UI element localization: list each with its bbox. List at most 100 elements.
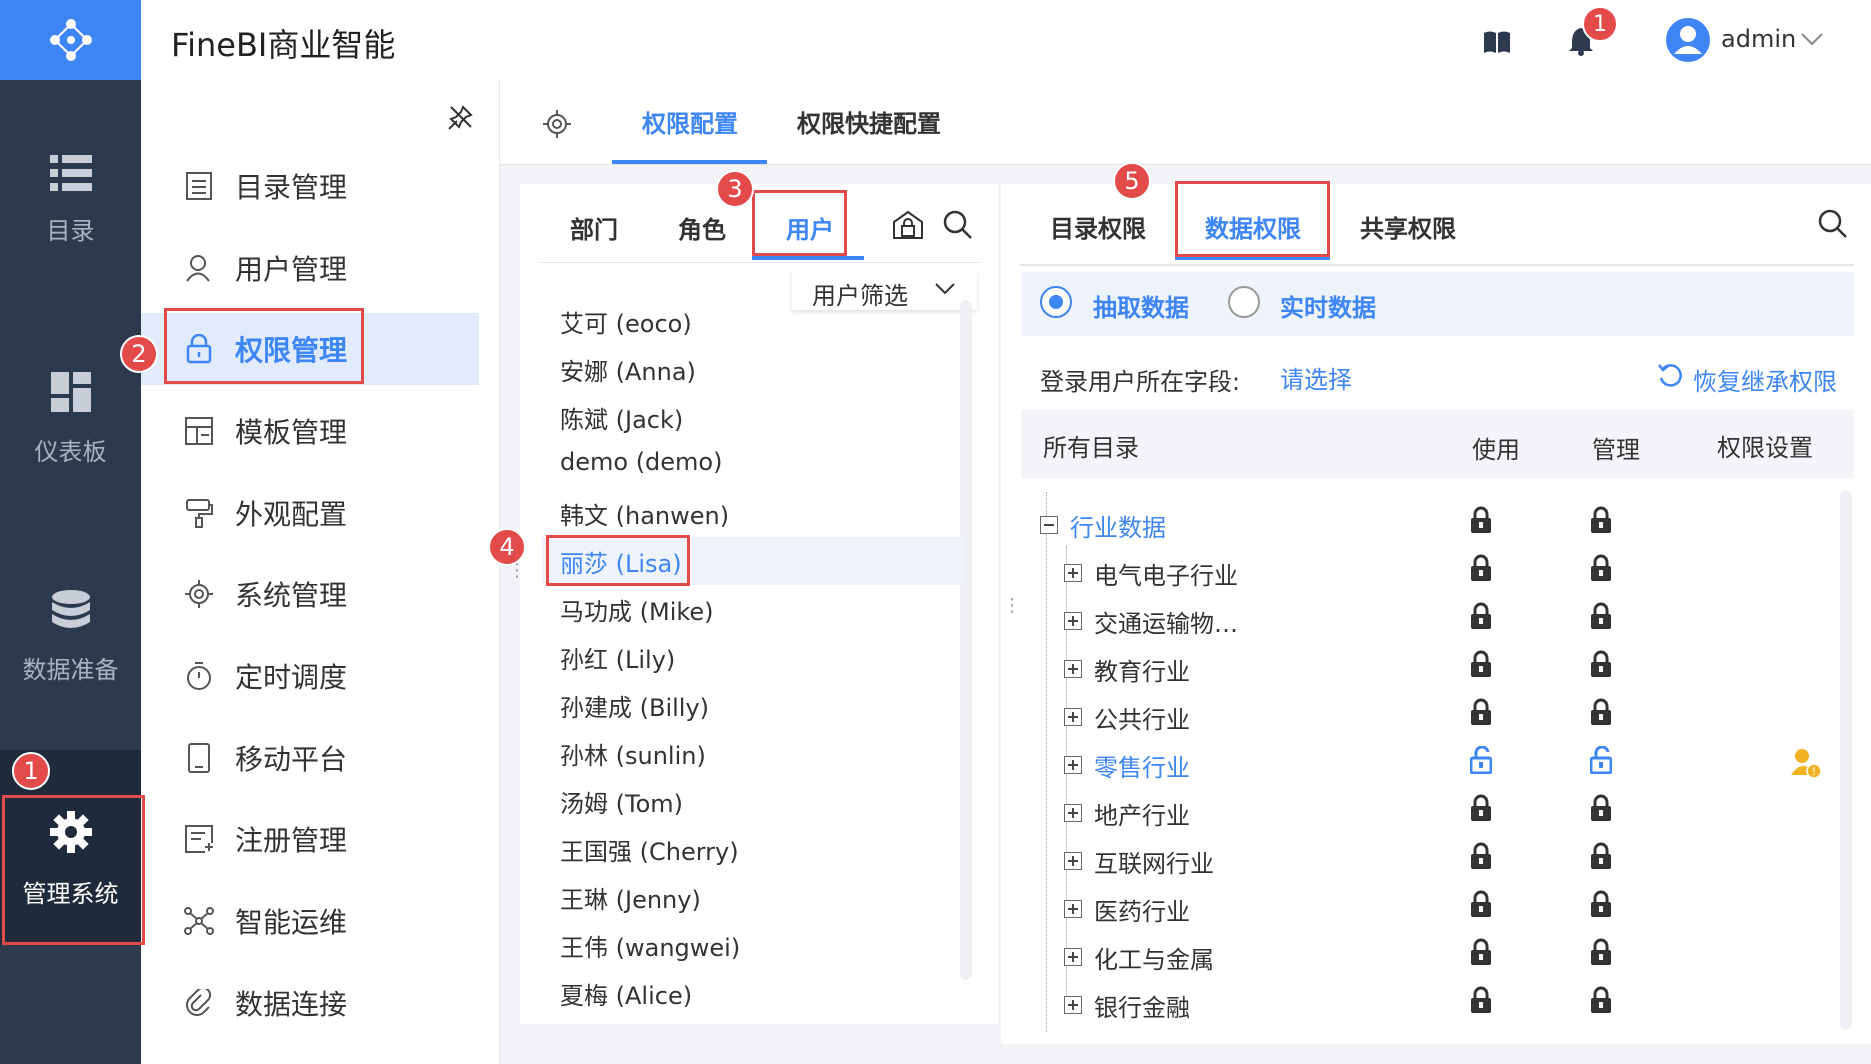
tree-row[interactable]: 互联网行业	[1040, 844, 1860, 884]
nav-item-users[interactable]: 用户管理	[141, 232, 479, 304]
expand-toggle[interactable]	[1064, 900, 1082, 918]
user-list-item[interactable]: 王伟 (wangwei)	[560, 928, 740, 963]
rail-item-catalog[interactable]: 目录	[0, 155, 141, 246]
tree-item-label[interactable]: 交通运输物…	[1094, 604, 1238, 639]
nav-item-ops[interactable]: 智能运维	[141, 885, 479, 957]
user-list-item[interactable]: 孙林 (sunlin)	[560, 736, 706, 771]
tab-permission-config[interactable]: 权限配置	[642, 104, 738, 139]
role-lock-icon[interactable]	[892, 210, 924, 240]
chevron-down-icon[interactable]	[1800, 32, 1824, 46]
use-lock-icon[interactable]	[1470, 650, 1492, 678]
nav-item-mobile[interactable]: 移动平台	[141, 722, 479, 794]
nav-item-system[interactable]: 系统管理	[141, 558, 479, 630]
tree-item-label[interactable]: 银行金融	[1094, 988, 1190, 1023]
settings-icon[interactable]	[543, 110, 571, 138]
use-unlock-icon[interactable]	[1470, 746, 1492, 774]
search-icon[interactable]	[1818, 209, 1848, 239]
nav-item-schedule[interactable]: 定时调度	[141, 640, 479, 712]
radio-realtime-label[interactable]: 实时数据	[1280, 288, 1376, 323]
restore-inherit-link[interactable]: 恢复继承权限	[1693, 362, 1837, 397]
user-list-scrollbar[interactable]	[960, 300, 972, 980]
radio-extract[interactable]	[1040, 286, 1072, 318]
expand-toggle[interactable]	[1064, 756, 1082, 774]
nav-item-templates[interactable]: 模板管理	[141, 395, 479, 467]
expand-toggle[interactable]	[1064, 612, 1082, 630]
avatar[interactable]	[1666, 18, 1710, 62]
expand-toggle[interactable]	[1064, 660, 1082, 678]
expand-toggle[interactable]	[1064, 564, 1082, 582]
undo-icon[interactable]	[1657, 362, 1683, 388]
tree-row[interactable]: 行业数据	[1040, 508, 1860, 548]
use-lock-icon[interactable]	[1470, 554, 1492, 582]
tree-item-label[interactable]: 地产行业	[1094, 796, 1190, 831]
tab-role[interactable]: 角色	[678, 210, 726, 245]
user-list-item[interactable]: 陈斌 (Jack)	[560, 400, 683, 435]
tree-item-label[interactable]: 化工与金属	[1094, 940, 1214, 975]
expand-toggle[interactable]	[1064, 708, 1082, 726]
tree-row[interactable]: 零售行业	[1040, 748, 1860, 788]
use-lock-icon[interactable]	[1470, 938, 1492, 966]
manage-lock-icon[interactable]	[1590, 506, 1612, 534]
manage-lock-icon[interactable]	[1590, 842, 1612, 870]
tree-item-label[interactable]: 互联网行业	[1094, 844, 1214, 879]
tree-row[interactable]: 公共行业	[1040, 700, 1860, 740]
manage-lock-icon[interactable]	[1590, 986, 1612, 1014]
radio-extract-label[interactable]: 抽取数据	[1093, 288, 1189, 323]
manage-lock-icon[interactable]	[1590, 650, 1612, 678]
tree-item-label[interactable]: 公共行业	[1094, 700, 1190, 735]
user-name[interactable]: admin	[1721, 25, 1796, 53]
user-list-item[interactable]: 安娜 (Anna)	[560, 352, 696, 387]
use-lock-icon[interactable]	[1470, 794, 1492, 822]
tab-department[interactable]: 部门	[570, 210, 618, 245]
user-list-item[interactable]: 夏梅 (Alice)	[560, 976, 692, 1011]
tree-row[interactable]: 电气电子行业	[1040, 556, 1860, 596]
nav-item-register[interactable]: 注册管理	[141, 803, 479, 875]
expand-toggle[interactable]	[1064, 948, 1082, 966]
tab-catalog-permission[interactable]: 目录权限	[1050, 209, 1146, 244]
manage-unlock-icon[interactable]	[1590, 746, 1612, 774]
user-warning-icon[interactable]: !	[1790, 747, 1822, 779]
manage-lock-icon[interactable]	[1590, 698, 1612, 726]
user-list-item[interactable]: 马功成 (Mike)	[560, 592, 714, 627]
tree-row[interactable]: 交通运输物…	[1040, 604, 1860, 644]
manage-lock-icon[interactable]	[1590, 602, 1612, 630]
app-logo[interactable]	[0, 0, 141, 80]
nav-item-catalog[interactable]: 目录管理	[141, 150, 479, 222]
radio-realtime[interactable]	[1228, 286, 1260, 318]
use-lock-icon[interactable]	[1470, 890, 1492, 918]
use-lock-icon[interactable]	[1470, 842, 1492, 870]
use-lock-icon[interactable]	[1470, 698, 1492, 726]
search-icon[interactable]	[943, 210, 973, 240]
tree-row[interactable]: 地产行业	[1040, 796, 1860, 836]
manage-lock-icon[interactable]	[1590, 938, 1612, 966]
user-filter-dropdown[interactable]: 用户筛选	[792, 270, 977, 310]
user-list-item[interactable]: 孙红 (Lily)	[560, 640, 675, 675]
tab-share-permission[interactable]: 共享权限	[1360, 209, 1456, 244]
manage-lock-icon[interactable]	[1590, 794, 1612, 822]
nav-item-appearance[interactable]: 外观配置	[141, 477, 479, 549]
rail-item-data-prep[interactable]: 数据准备	[0, 590, 141, 685]
user-list-item[interactable]: 汤姆 (Tom)	[560, 784, 683, 819]
collapse-toggle[interactable]	[1040, 516, 1058, 534]
tree-item-label[interactable]: 电气电子行业	[1094, 556, 1238, 591]
tree-row[interactable]: 医药行业	[1040, 892, 1860, 932]
tab-permission-quick[interactable]: 权限快捷配置	[797, 104, 941, 139]
use-lock-icon[interactable]	[1470, 986, 1492, 1014]
expand-toggle[interactable]	[1064, 804, 1082, 822]
pin-icon[interactable]	[448, 104, 474, 130]
expand-toggle[interactable]	[1064, 996, 1082, 1014]
tree-row[interactable]: 银行金融	[1040, 988, 1860, 1028]
manage-lock-icon[interactable]	[1590, 554, 1612, 582]
user-list-item[interactable]: 王国强 (Cherry)	[560, 832, 739, 867]
user-list-item[interactable]: 王琳 (Jenny)	[560, 880, 701, 915]
rail-item-dashboard[interactable]: 仪表板	[0, 372, 141, 467]
tree-row[interactable]: 化工与金属	[1040, 940, 1860, 980]
tree-row[interactable]: 教育行业	[1040, 652, 1860, 692]
tree-item-label[interactable]: 零售行业	[1094, 748, 1190, 783]
tree-item-label[interactable]: 教育行业	[1094, 652, 1190, 687]
user-list-item[interactable]: 韩文 (hanwen)	[560, 496, 729, 531]
book-icon[interactable]	[1483, 30, 1511, 54]
user-list-item[interactable]: 艾可 (eoco)	[560, 304, 692, 339]
login-field-select[interactable]: 请选择	[1280, 360, 1352, 395]
tree-item-label[interactable]: 行业数据	[1070, 508, 1166, 543]
